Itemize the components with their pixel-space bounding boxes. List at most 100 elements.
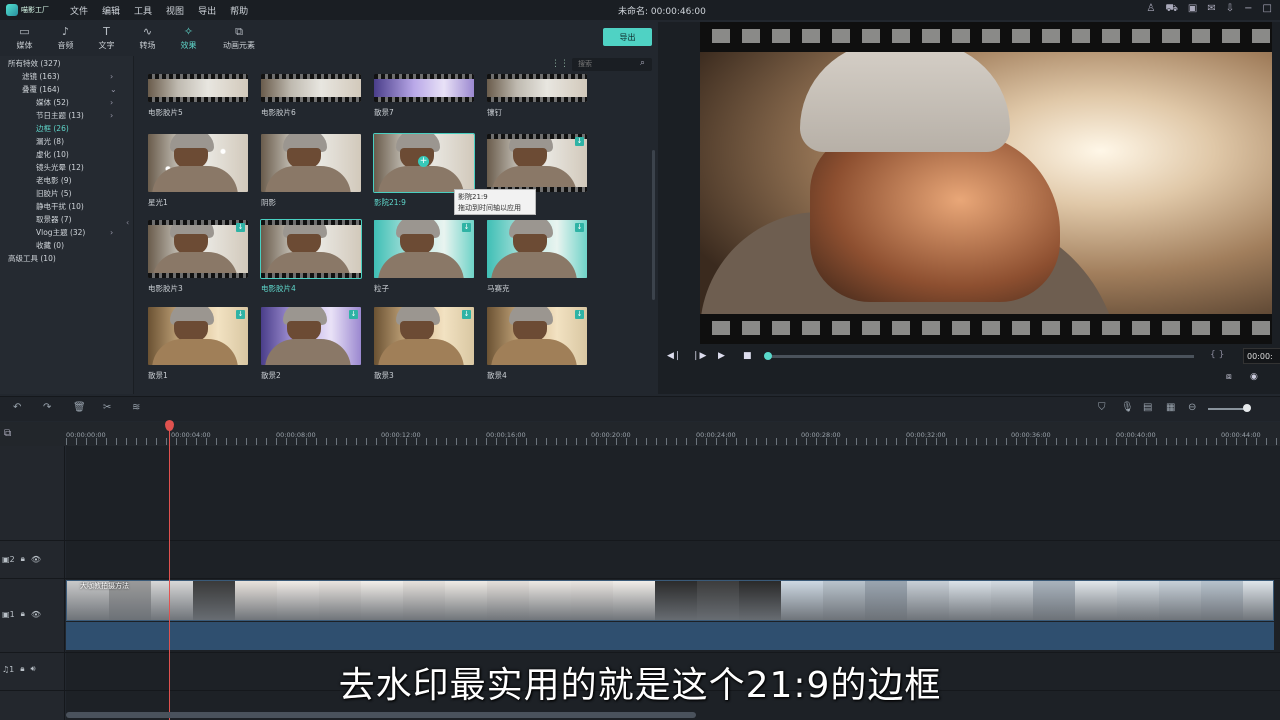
chevron-right-icon[interactable]: ›	[110, 109, 113, 122]
download-icon[interactable]: ↓	[575, 310, 584, 319]
tree-item[interactable]: 收藏 (0)	[36, 239, 64, 252]
effect-thumbnail[interactable]: +	[373, 133, 475, 193]
effect-thumbnail[interactable]: ↓	[374, 220, 474, 278]
menu-help[interactable]: 帮助	[230, 4, 248, 17]
eye-icon[interactable]: 👁︎	[31, 555, 41, 564]
adjust-icon[interactable]: ≋	[132, 402, 140, 413]
tree-item[interactable]: 滤镜 (163) ›	[22, 70, 113, 83]
add-track-icon[interactable]: ⧉	[4, 428, 11, 439]
undo-icon[interactable]: ↶	[13, 402, 21, 413]
tree-item[interactable]: 边框 (26)	[36, 122, 69, 135]
tree-item[interactable]: 取景器 (7)	[36, 213, 72, 226]
add-effect-icon[interactable]: +	[418, 156, 429, 167]
marker-icon[interactable]: ⛉	[1098, 402, 1106, 413]
cut-icon[interactable]: ✂	[103, 402, 111, 413]
tab-audio[interactable]: ♪ 音频	[45, 22, 86, 54]
step-back-icon[interactable]: ◀❘	[667, 351, 681, 361]
user-icon[interactable]: ♙	[1146, 3, 1155, 16]
zoom-knob[interactable]	[1243, 404, 1251, 412]
effect-thumbnail[interactable]: ↓	[487, 307, 587, 365]
timeline-scrollbar[interactable]	[66, 712, 696, 718]
tab-transition[interactable]: ∿ 转场	[127, 22, 168, 54]
video-clip[interactable]	[66, 580, 1274, 621]
tree-item[interactable]: 老电影 (9)	[36, 174, 72, 187]
grid-scrollbar[interactable]	[652, 150, 655, 300]
redo-icon[interactable]: ↷	[43, 402, 51, 413]
stop-icon[interactable]: ■	[743, 351, 752, 361]
effect-thumbnail[interactable]	[260, 219, 362, 279]
menu-edit[interactable]: 编辑	[102, 4, 120, 17]
tree-item[interactable]: 静电干扰 (10)	[36, 200, 84, 213]
in-out-icon[interactable]: { }	[1210, 350, 1224, 360]
tree-item[interactable]: 节日主题 (13) ›	[36, 109, 113, 122]
mixer-icon[interactable]: ▤	[1143, 402, 1152, 413]
download-icon[interactable]: ↓	[236, 310, 245, 319]
microphone-icon[interactable]: 🎙︎	[1121, 402, 1134, 413]
tab-text[interactable]: T 文字	[86, 22, 127, 54]
mail-icon[interactable]: ✉	[1207, 3, 1215, 16]
save-icon[interactable]: ▣	[1188, 3, 1197, 16]
download-icon[interactable]: ↓	[236, 223, 245, 232]
progress-knob[interactable]	[764, 352, 772, 360]
search-icon[interactable]: ⌕	[640, 58, 645, 68]
storyboard-icon[interactable]: ▦	[1166, 402, 1175, 413]
download-icon[interactable]: ⇩	[1226, 3, 1234, 16]
tab-media[interactable]: ▭ 媒体	[4, 22, 45, 54]
download-icon[interactable]: ↓	[575, 223, 584, 232]
menu-tools[interactable]: 工具	[134, 4, 152, 17]
effect-thumbnail[interactable]: ↓	[148, 220, 248, 278]
chevron-right-icon[interactable]: ›	[110, 70, 113, 83]
tree-item[interactable]: 虚化 (10)	[36, 148, 69, 161]
tree-item[interactable]: 叠覆 (164) ⌄	[22, 83, 117, 96]
effect-thumbnail[interactable]: ↓	[261, 307, 361, 365]
chevron-down-icon[interactable]: ⌄	[110, 83, 117, 96]
tab-effects[interactable]: ✧ 效果	[168, 22, 209, 54]
menu-view[interactable]: 视图	[166, 4, 184, 17]
download-icon[interactable]: ↓	[575, 137, 584, 146]
effect-thumbnail[interactable]	[487, 74, 587, 102]
tree-item[interactable]: 旧胶片 (5)	[36, 187, 72, 200]
play-pause-icon[interactable]: ❘▶	[692, 351, 706, 361]
effect-thumbnail[interactable]	[148, 134, 248, 192]
eye-icon[interactable]: 👁︎	[31, 610, 41, 619]
download-icon[interactable]: ↓	[462, 223, 471, 232]
display-settings-icon[interactable]: ⧈	[1226, 372, 1232, 382]
effect-thumbnail[interactable]	[261, 74, 361, 102]
tree-item[interactable]: 媒体 (52) ›	[36, 96, 113, 109]
delete-icon[interactable]: 🗑︎	[73, 402, 86, 413]
preview-progress-bar[interactable]	[768, 355, 1194, 358]
download-icon[interactable]: ↓	[349, 310, 358, 319]
chevron-right-icon[interactable]: ›	[110, 226, 113, 239]
effect-thumbnail[interactable]	[148, 74, 248, 102]
tree-item[interactable]: 镜头光晕 (12)	[36, 161, 84, 174]
play-icon[interactable]: ▶	[718, 351, 725, 361]
clip-audio-waveform[interactable]	[66, 622, 1274, 650]
minimize-icon[interactable]: −	[1244, 3, 1252, 16]
collapse-panel-icon[interactable]: ‹	[126, 218, 129, 227]
effect-thumbnail[interactable]: ↓	[487, 134, 587, 192]
effect-thumbnail[interactable]: ↓	[374, 307, 474, 365]
clip-frame	[1075, 581, 1117, 620]
effect-thumbnail[interactable]	[374, 74, 474, 102]
cart-icon[interactable]: ⛟	[1165, 3, 1178, 16]
menu-file[interactable]: 文件	[70, 4, 88, 17]
tree-item[interactable]: 漏光 (8)	[36, 135, 64, 148]
effect-thumbnail[interactable]	[261, 134, 361, 192]
zoom-out-icon[interactable]: ⊖	[1188, 402, 1196, 413]
menu-export[interactable]: 导出	[198, 4, 216, 17]
chevron-right-icon[interactable]: ›	[110, 96, 113, 109]
maximize-icon[interactable]: □	[1263, 3, 1272, 16]
lock-icon[interactable]: 🔒︎	[21, 609, 25, 619]
tree-item[interactable]: 高级工具 (10)	[8, 252, 56, 265]
effect-thumbnail[interactable]: ↓	[148, 307, 248, 365]
download-icon[interactable]: ↓	[462, 310, 471, 319]
tab-elements[interactable]: ⧉ 动画元素	[209, 22, 269, 54]
grid-view-icon[interactable]: ⋮⋮	[551, 59, 569, 69]
effect-thumbnail[interactable]: ↓	[487, 220, 587, 278]
zoom-slider[interactable]	[1208, 408, 1248, 410]
export-button[interactable]: 导出	[603, 28, 652, 46]
tree-item[interactable]: Vlog主题 (32) ›	[36, 226, 113, 239]
snapshot-camera-icon[interactable]: ◉	[1250, 372, 1258, 382]
lock-icon[interactable]: 🔒︎	[21, 554, 25, 564]
tree-item[interactable]: 所有特效 (327)	[8, 57, 61, 70]
